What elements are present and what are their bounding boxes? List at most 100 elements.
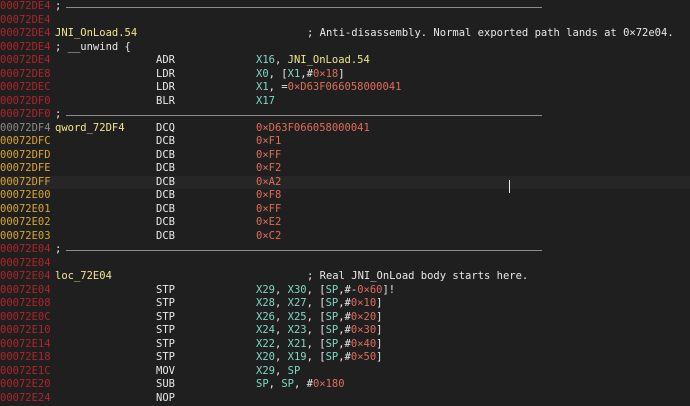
operands[interactable]: 0×FF [256,149,281,163]
disasm-line[interactable]: 00072E0C STP X26, X25, [SP,#0×20] [0,311,690,325]
address[interactable]: 00072DF0 [0,95,51,109]
register[interactable]: SP [326,351,339,363]
mnemonic[interactable]: DCB [156,216,175,230]
address[interactable]: 00072DE4 [0,14,51,28]
operands[interactable]: X0, [X1,#0×18] [256,68,345,82]
address[interactable]: 00072E03 [0,230,51,244]
address[interactable]: 00072DE4 [0,27,51,41]
disasm-line[interactable]: 00072E14 STP X22, X21, [SP,#0×40] [0,338,690,352]
disasm-line[interactable]: 00072E08 STP X28, X27, [SP,#0×10] [0,297,690,311]
register[interactable]: X27 [288,297,307,309]
operands[interactable]: X22, X21, [SP,#0×40] [256,338,383,352]
mnemonic[interactable]: DCB [156,203,175,217]
register[interactable]: X26 [256,311,275,323]
mnemonic[interactable]: STP [156,297,175,311]
disasm-line[interactable]: 00072E24 NOP [0,392,690,406]
address[interactable]: 00072DFC [0,135,51,149]
code-label[interactable]: loc_72E04 [55,270,112,284]
disasm-line[interactable]: 00072DF4 qword_72DF4 DCQ 0×D63F066058000041 [0,122,690,136]
address[interactable]: 00072E04 [0,284,51,298]
disasm-line[interactable]: 00072DFC DCB 0×F1 [0,135,690,149]
address[interactable]: 00072DFE [0,162,51,176]
mnemonic[interactable]: DCB [156,189,175,203]
disasm-line[interactable]: 00072DE4 JNI_OnLoad.54 ; Anti-disassembly.… [0,27,690,41]
address[interactable]: 00072E24 [0,392,51,406]
mnemonic[interactable]: DCQ [156,122,175,136]
register[interactable]: X28 [256,297,275,309]
disasm-line[interactable]: 00072DFF DCB 0×A2 [0,175,690,190]
register[interactable]: SP [326,297,339,309]
mnemonic[interactable]: STP [156,311,175,325]
address[interactable]: 00072DE4 [0,41,51,55]
address[interactable]: 00072E14 [0,338,51,352]
mnemonic[interactable]: ADR [156,54,175,68]
register[interactable]: SP [288,365,301,377]
code-label[interactable]: qword_72DF4 [55,122,125,136]
mnemonic[interactable]: STP [156,338,175,352]
register[interactable]: X23 [288,324,307,336]
disassembly-view[interactable]: 00072DE4; 00072DE4 00072DE4 JNI_OnLoad.54; … [0,0,690,406]
mnemonic[interactable]: BLR [156,95,175,109]
register[interactable]: SP [256,378,269,390]
register[interactable]: X29 [256,365,275,377]
address[interactable]: 00072E04 [0,270,51,284]
operands[interactable]: 0×E2 [256,216,281,230]
disasm-line[interactable]: 00072E10 STP X24, X23, [SP,#0×30] [0,324,690,338]
disasm-line[interactable]: 00072DE8 LDR X0, [X1,#0×18] [0,68,690,82]
disasm-line[interactable]: 00072E18 STP X20, X19, [SP,#0×50] [0,351,690,365]
address[interactable]: 00072E01 [0,203,51,217]
register[interactable]: SP [326,311,339,323]
operands[interactable]: X16, JNI_OnLoad.54 [256,54,370,68]
register[interactable]: X1 [288,68,301,80]
register[interactable]: X29 [256,284,275,296]
disasm-line[interactable]: 00072DE4 [0,14,690,28]
disasm-line[interactable]: 00072E04 STP X29, X30, [SP,#-0×60]! [0,284,690,298]
disasm-line[interactable]: 00072E1C MOV X29, SP [0,365,690,379]
disasm-line[interactable]: 00072E03 DCB 0×C2 [0,230,690,244]
mnemonic[interactable]: LDR [156,81,175,95]
operands[interactable]: 0×F8 [256,189,281,203]
disasm-line[interactable]: 00072DEC LDR X1, =0×D63F066058000041 [0,81,690,95]
address[interactable]: 00072DE8 [0,68,51,82]
disasm-line[interactable]: 00072DE4; [0,0,690,14]
disasm-line[interactable]: 00072E20 SUB SP, SP, #0×180 [0,378,690,392]
operands[interactable]: 0×F1 [256,135,281,149]
register[interactable]: SP [326,324,339,336]
address[interactable]: 00072E04 [0,257,51,271]
address[interactable]: 00072DEC [0,81,51,95]
operands[interactable]: 0×F2 [256,162,281,176]
address[interactable]: 00072E10 [0,324,51,338]
register[interactable]: X19 [288,351,307,363]
mnemonic[interactable]: DCB [156,176,175,190]
mnemonic[interactable]: STP [156,284,175,298]
disasm-line[interactable]: 00072DF0; [0,108,690,122]
operands[interactable]: 0×C2 [256,230,281,244]
operands[interactable]: X29, X30, [SP,#-0×60]! [256,284,395,298]
operands[interactable]: 0×D63F066058000041 [256,122,370,136]
mnemonic[interactable]: DCB [156,135,175,149]
disasm-line[interactable]: 00072DE4 ADR X16, JNI_OnLoad.54 [0,54,690,68]
register[interactable]: X0 [256,68,269,80]
disasm-line[interactable]: 00072E02 DCB 0×E2 [0,216,690,230]
register[interactable]: X22 [256,338,275,350]
disasm-line[interactable]: 00072E04; [0,243,690,257]
address[interactable]: 00072DF0 [0,108,51,122]
disasm-line[interactable]: 00072DFE DCB 0×F2 [0,162,690,176]
mnemonic[interactable]: DCB [156,162,175,176]
disasm-line[interactable]: 00072E00 DCB 0×F8 [0,189,690,203]
operands[interactable]: 0×A2 [256,176,281,190]
register[interactable]: SP [281,378,294,390]
address[interactable]: 00072DE4 [0,54,51,68]
register[interactable]: SP [326,284,339,296]
mnemonic[interactable]: SUB [156,378,175,392]
address[interactable]: 00072E0C [0,311,51,325]
code-label[interactable]: JNI_OnLoad.54 [55,27,137,41]
address[interactable]: 00072DF4 [0,122,51,136]
mnemonic[interactable]: NOP [156,392,175,406]
mnemonic[interactable]: STP [156,324,175,338]
register[interactable]: X24 [256,324,275,336]
address[interactable]: 00072E1C [0,365,51,379]
operands[interactable]: X29, SP [256,365,300,379]
register[interactable]: X25 [288,311,307,323]
disasm-line[interactable]: 00072DFD DCB 0×FF [0,149,690,163]
